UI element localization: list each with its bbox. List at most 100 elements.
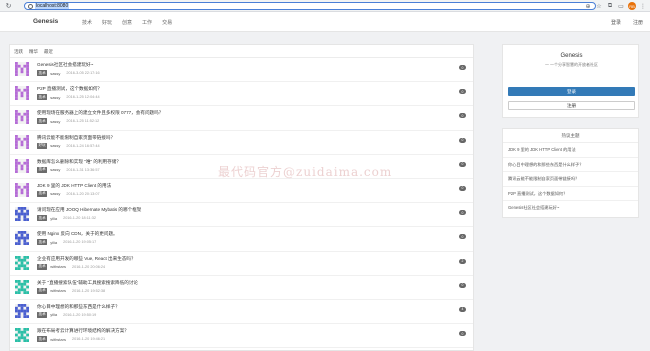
topic-row[interactable]: Genesis社区社会搭建玩好~ 技术 sassy 2016-3-05 22:17:1… [10, 58, 473, 83]
author-name[interactable]: withstars [50, 264, 66, 269]
category-tag[interactable]: 技术 [37, 70, 48, 76]
hot-topic-item[interactable]: 腾讯云能不能限制自家页面带链接吗？ [503, 172, 638, 187]
topic-meta: 技术 yilia 2016-1-20 19:05:17 [37, 239, 96, 246]
register-button[interactable]: 注册 [508, 101, 635, 110]
site-header: Genesis 技术 好玩 创意 工作 交易 登录 注册 [0, 12, 650, 32]
topic-title[interactable]: 数据库怎么删除和实现 "唯" 的利用存储？ [37, 159, 121, 165]
topic-list: Genesis社区社会搭建玩好~ 技术 sassy 2016-3-05 22:17:1… [10, 58, 473, 349]
nav-item-fun[interactable]: 好玩 [102, 19, 112, 26]
user-avatar-icon[interactable] [15, 182, 29, 197]
category-tag[interactable]: 技术 [37, 166, 48, 173]
author-name[interactable]: sassy [50, 191, 60, 196]
topic-row[interactable]: P2P 直播测试，这个数据如何？ 技术 sassy 2016-1-25 12:04:4… [10, 82, 473, 107]
reply-count-badge: 0 [459, 185, 466, 191]
user-avatar-icon[interactable] [15, 279, 29, 294]
topic-row[interactable]: 企业有应用开发的哪些 Vue, React 出来生态吗？ 技术 withstars 2… [10, 252, 473, 276]
extensions-icon[interactable]: ⧉ [606, 2, 614, 10]
reply-count-badge: 0 [459, 161, 466, 167]
user-avatar-icon[interactable] [15, 158, 29, 173]
header-login-link[interactable]: 登录 [611, 19, 621, 26]
nav-item-jobs[interactable]: 工作 [142, 19, 152, 26]
category-tag[interactable]: 技术 [37, 215, 48, 222]
hot-topic-item[interactable]: P2P 直播测试，这个数据如何？ [503, 187, 638, 202]
topic-row[interactable]: 使用现场在服务器上的建立文件且多权限 0777，会有问题吗？ 技术 sassy 201… [10, 106, 473, 131]
topic-title[interactable]: 企业有应用开发的哪些 Vue, React 出来生态吗？ [37, 256, 136, 262]
author-name[interactable]: withstars [50, 288, 66, 293]
author-name[interactable]: withstars [50, 337, 66, 342]
nav-item-trade[interactable]: 交易 [162, 19, 172, 26]
category-tag[interactable]: 技术 [37, 311, 48, 318]
tab-active[interactable]: 活跃 [14, 49, 23, 55]
author-name[interactable]: sassy [50, 119, 60, 124]
address-bar[interactable]: localhost:8080 [24, 2, 596, 10]
topic-row[interactable]: 请问现在应用 JOOQ Hibernate Mybatis 的哪个框架 技术 yil… [10, 203, 473, 228]
topic-row[interactable]: JDK 9 里的 JDK HTTP Client 的用法 技术 sassy 2016-… [10, 179, 473, 204]
user-avatar-icon[interactable] [15, 207, 29, 222]
nav-item-tech[interactable]: 技术 [82, 19, 92, 26]
hot-topic-item[interactable]: Genesis社区社会搭建玩好~ [503, 201, 638, 216]
topic-title[interactable]: 使用现场在服务器上的建立文件且多权限 0777，会有问题吗？ [37, 110, 163, 116]
main-nav: 技术 好玩 创意 工作 交易 [82, 19, 172, 26]
menu-dots-icon[interactable]: ⋮ [639, 2, 647, 10]
author-name[interactable]: yilia [50, 240, 57, 245]
site-logo[interactable]: Genesis [33, 18, 58, 25]
category-tag[interactable]: 技术 [37, 239, 48, 246]
user-avatar-icon[interactable] [15, 86, 29, 101]
login-button[interactable]: 登录 [508, 87, 635, 96]
address-url[interactable]: localhost:8080 [35, 3, 70, 9]
topic-title[interactable]: JDK 9 里的 JDK HTTP Client 的用法 [37, 183, 111, 189]
topic-row[interactable]: 数据库怎么删除和实现 "唯" 的利用存储？ 技术 sassy 2016-1-31 13… [10, 155, 473, 179]
topic-row[interactable]: 腾讯云能不能限制自家页面带链接吗？ 好玩 sassy 2016-1-24 16:57:… [10, 131, 473, 155]
topic-title[interactable]: 腾讯云能不能限制自家页面带链接吗？ [37, 135, 115, 141]
author-name[interactable]: sassy [50, 143, 60, 148]
nav-item-creative[interactable]: 创意 [122, 19, 132, 26]
site-info-icon[interactable] [28, 3, 33, 9]
author-name[interactable]: sassy [50, 71, 60, 76]
topic-row[interactable]: 你心目中理想的和那些东西是什么样子？ 技术 yilia 2016-1-20 19:50… [10, 300, 473, 325]
user-avatar-icon[interactable] [15, 303, 29, 318]
tab-featured[interactable]: 精华 [29, 49, 38, 55]
author-name[interactable]: sassy [50, 167, 60, 172]
topic-title[interactable]: 使用 Nginx 反向 CDN，关于的更问题。 [37, 231, 118, 237]
category-tag[interactable]: 技术 [37, 336, 48, 343]
reload-icon[interactable]: ↻ [4, 2, 13, 11]
topic-row[interactable]: 跟在布局考云计算进行环境结构的解决方案？ 技术 withstars 2016-1-20… [10, 324, 473, 349]
tab-search-icon[interactable]: ▭ [617, 2, 625, 10]
category-tag[interactable]: 技术 [37, 263, 48, 270]
user-avatar-icon[interactable] [15, 110, 29, 125]
topic-row[interactable]: 关于 "直播搜索队伍"辅助工具搜索搜索降低的讨论 技术 withstars 2016-… [10, 276, 473, 300]
user-avatar-icon[interactable] [15, 134, 29, 149]
author-name[interactable]: sassy [50, 95, 60, 100]
header-register-link[interactable]: 注册 [633, 19, 643, 26]
topic-row[interactable]: 使用 Nginx 反向 CDN，关于的更问题。 技术 yilia 2016-1-20 … [10, 227, 473, 252]
sidebar-site-subtitle: 一 一个分享智慧的开放者社区 [544, 62, 599, 67]
topic-time: 2016-1-20 20:06:24 [71, 264, 106, 269]
topic-meta: 技术 yilia 2016-1-20 18:11:32 [37, 215, 96, 222]
category-tag[interactable]: 技术 [37, 287, 48, 294]
user-avatar-icon[interactable] [15, 328, 29, 343]
category-tag[interactable]: 技术 [37, 94, 48, 101]
user-avatar-icon[interactable] [15, 62, 29, 76]
sidebar-site-title: Genesis [560, 53, 583, 59]
topic-title[interactable]: 请问现在应用 JOOQ Hibernate Mybatis 的哪个框架 [37, 207, 141, 213]
user-avatar-icon[interactable] [15, 231, 29, 246]
author-name[interactable]: yilia [50, 312, 57, 317]
reply-count-badge: 0 [459, 234, 466, 240]
author-name[interactable]: yilia [50, 216, 57, 221]
category-tag[interactable]: 技术 [37, 190, 48, 197]
tab-recent[interactable]: 最近 [44, 49, 53, 55]
zoom-icon[interactable]: ⊕ [584, 2, 592, 10]
topic-title[interactable]: Genesis社区社会搭建玩好~ [37, 62, 93, 68]
user-avatar-icon[interactable] [15, 255, 29, 270]
topic-title[interactable]: 关于 "直播搜索队伍"辅助工具搜索搜索降低的讨论 [37, 280, 138, 286]
profile-avatar[interactable]: RB [628, 2, 636, 10]
category-tag[interactable]: 好玩 [37, 142, 48, 149]
topic-title[interactable]: 跟在布局考云计算进行环境结构的解决方案？ [37, 328, 129, 334]
topic-title[interactable]: P2P 直播测试，这个数据如何？ [37, 86, 102, 92]
topic-meta: 技术 yilia 2016-1-20 19:50:19 [37, 311, 96, 318]
bookmark-star-icon[interactable]: ☆ [595, 2, 603, 10]
hot-topic-item[interactable]: JDK 9 里的 JDK HTTP Client 的用法 [503, 143, 638, 158]
category-tag[interactable]: 技术 [37, 118, 48, 125]
hot-topic-item[interactable]: 你心目中理想的和那些东西是什么样子？ [503, 158, 638, 173]
topic-title[interactable]: 你心目中理想的和那些东西是什么样子？ [37, 304, 120, 310]
